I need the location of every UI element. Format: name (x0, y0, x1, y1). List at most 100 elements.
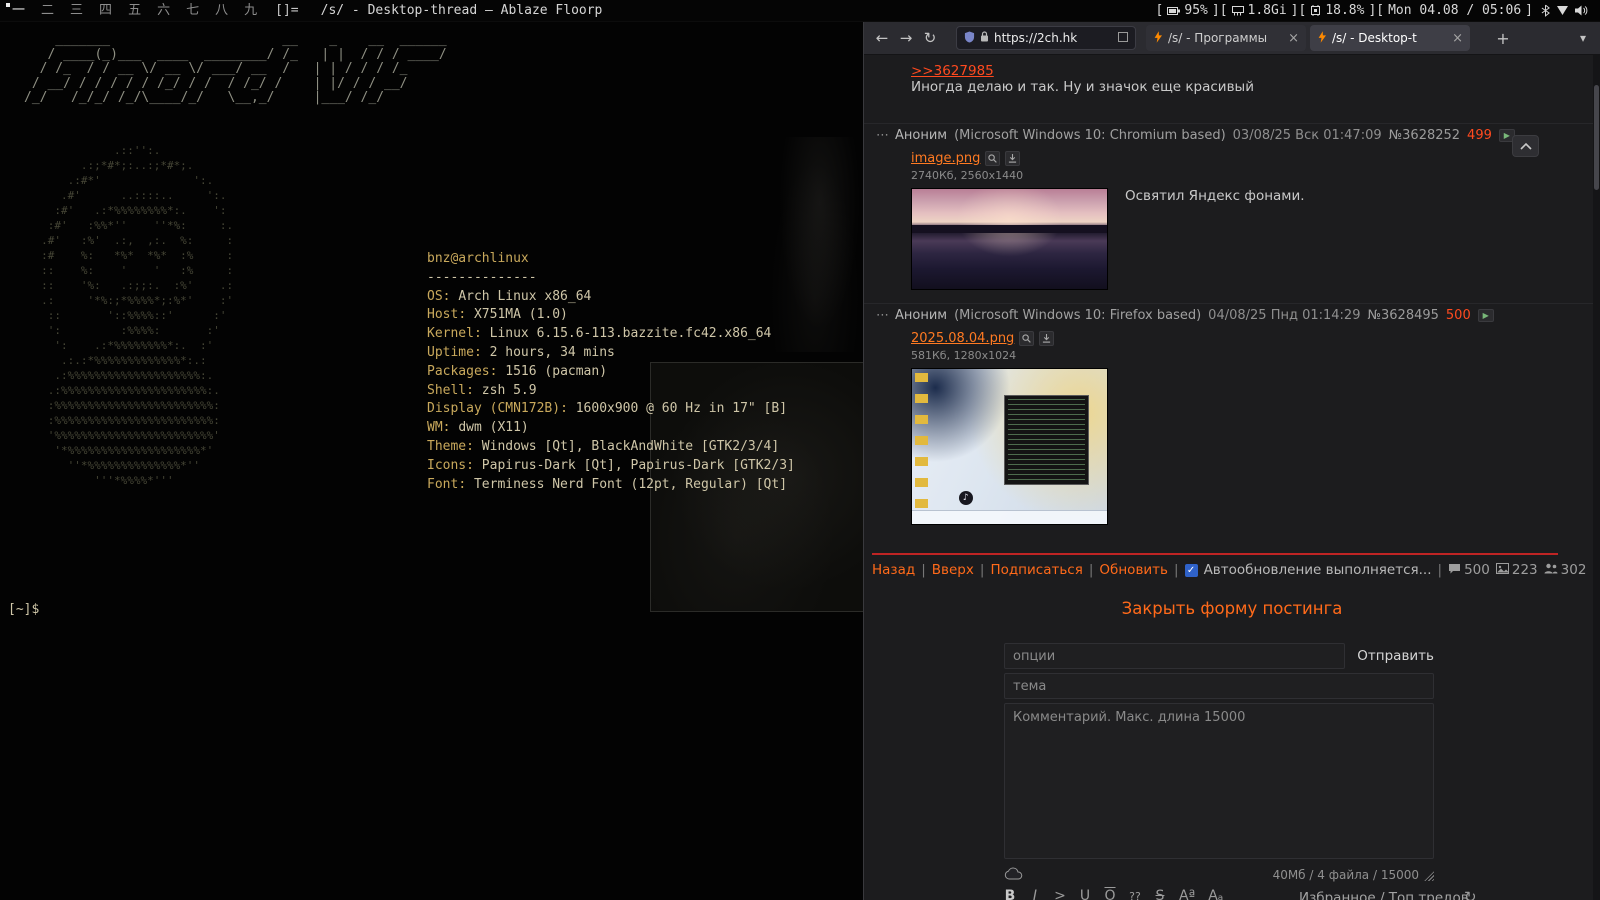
post-3628495: ⋯ Аноним (Microsoft Windows 10: Firefox … (876, 308, 1536, 525)
close-posting-form-link[interactable]: Закрыть форму постинга (864, 599, 1600, 618)
refresh-icon[interactable]: ↻ (1464, 888, 1477, 900)
tab-title[interactable]: /s/ - Desktop-t (1332, 31, 1446, 45)
post-divider (864, 303, 1600, 304)
fetch-user-host: bnz@archlinux (427, 251, 529, 266)
posting-form: Отправить 40Мб / 4 файла / 15000 (1004, 643, 1434, 885)
scroll-to-top-button[interactable] (1512, 135, 1539, 157)
post-menu-icon[interactable]: ⋯ (876, 308, 889, 323)
download-icon[interactable] (1039, 331, 1055, 346)
shield-icon[interactable] (964, 31, 975, 46)
spoiler-button[interactable]: ?? (1129, 890, 1141, 900)
forward-button[interactable]: → (894, 26, 918, 50)
tab-favicon-bolt-icon (1317, 30, 1326, 46)
subscript-button[interactable]: Aₐ (1208, 888, 1223, 900)
memory-segment: 1.8Gi (1220, 3, 1299, 18)
file-link[interactable]: 2025.08.04.png (911, 331, 1014, 346)
dwm-tag-1[interactable]: 一 (4, 0, 33, 22)
overline-button[interactable]: O (1104, 888, 1116, 900)
dwm-tag-3[interactable]: 三 (62, 0, 91, 22)
subject-input[interactable] (1004, 673, 1434, 699)
download-icon[interactable] (1005, 151, 1021, 166)
underline-button[interactable]: U (1079, 888, 1091, 900)
poster-name: Аноним (895, 128, 948, 143)
dwm-tag-6[interactable]: 六 (149, 0, 178, 22)
back-button[interactable]: ← (870, 26, 894, 50)
post-ordinal-link[interactable]: 500 (1446, 308, 1471, 323)
tab-close-icon[interactable]: × (1452, 31, 1463, 46)
magnifier-icon[interactable] (1019, 331, 1035, 346)
strikethrough-button[interactable]: S (1154, 888, 1166, 900)
tab-title[interactable]: /s/ - Программы (1168, 31, 1282, 45)
nav-refresh-link[interactable]: Обновить (1099, 562, 1168, 578)
resize-grip[interactable] (1423, 869, 1434, 881)
reload-button[interactable]: ↻ (918, 26, 942, 50)
cpu-segment: 18.8% (1298, 3, 1376, 18)
submit-button[interactable]: Отправить (1357, 648, 1434, 664)
dwm-tag-2[interactable]: 二 (33, 0, 62, 22)
upload-limits: 40Мб / 4 файла / 15000 (1272, 868, 1419, 882)
terminal-window[interactable]: _______ __ _ __ ______ / ____(_)___ ____… (0, 22, 867, 900)
battery-segment: 95% (1156, 3, 1220, 18)
post-menu-icon[interactable]: ⋯ (876, 128, 889, 143)
italic-button[interactable]: I (1029, 888, 1041, 900)
dwm-tag-4[interactable]: 四 (91, 0, 120, 22)
url-text[interactable]: https://2ch.hk (994, 31, 1077, 45)
poster-useragent: (Microsoft Windows 10: Chromium based) (954, 128, 1226, 143)
fetch-row-wm: WMdwm (X11) (427, 419, 795, 438)
comment-textarea[interactable] (1004, 703, 1434, 859)
bold-button[interactable]: B (1004, 888, 1016, 900)
cloud-upload-icon[interactable] (1004, 867, 1023, 884)
poster-name: Аноним (895, 308, 948, 323)
dwm-tag-8[interactable]: 八 (207, 0, 236, 22)
tab-list-dropdown-icon[interactable]: ▾ (1572, 27, 1594, 49)
tab-programs[interactable]: /s/ - Программы × (1146, 25, 1306, 51)
new-tab-button[interactable]: + (1492, 27, 1514, 49)
bluetooth-icon (1541, 4, 1550, 17)
nav-subscribe-link[interactable]: Подписаться (990, 562, 1082, 578)
cpu-value: 18.8% (1325, 3, 1365, 18)
dwm-tag-7[interactable]: 七 (178, 0, 207, 22)
autoupdate-label: Автообновление выполняется... (1203, 562, 1432, 578)
autoupdate-checkbox[interactable]: ✓ (1184, 563, 1198, 577)
separator (980, 562, 985, 578)
reply-button[interactable]: ▶ (1477, 309, 1494, 322)
posts-count: 500 (1448, 562, 1490, 578)
memory-icon (1231, 5, 1244, 16)
quote-reply-link[interactable]: >>3627985 (911, 60, 994, 79)
post-number-link[interactable]: №3628252 (1389, 128, 1460, 143)
scrollbar-track[interactable] (1593, 55, 1600, 900)
scrollbar-thumb[interactable] (1594, 85, 1599, 190)
browser-window: ← → ↻ https://2ch.hk /s/ - Программы × /… (863, 22, 1600, 900)
url-bar[interactable]: https://2ch.hk (956, 26, 1136, 50)
fetch-row-font: FontTerminess Nerd Font (12pt, Regular) … (427, 476, 795, 495)
thumbnail-detail (912, 225, 1107, 233)
tab-desktop-thread[interactable]: /s/ - Desktop-t × (1310, 25, 1470, 51)
dwm-tag-9[interactable]: 九 (236, 0, 265, 22)
post-number-link[interactable]: №3628495 (1367, 308, 1438, 323)
superscript-button[interactable]: Aª (1179, 888, 1195, 900)
images-count: 223 (1495, 562, 1538, 578)
file-link[interactable]: image.png (911, 151, 980, 166)
posters-count: 302 (1544, 562, 1586, 578)
shell-prompt[interactable]: [~]$ (8, 602, 39, 617)
post-date: 04/08/25 Пнд 01:14:29 (1208, 308, 1361, 323)
tab-close-icon[interactable]: × (1288, 31, 1299, 46)
separator (1089, 562, 1094, 578)
post-date: 03/08/25 Вск 01:47:09 (1232, 128, 1382, 143)
window-title: /s/ - Desktop-thread — Ablaze Floorp (320, 3, 603, 18)
quote-button[interactable]: > (1054, 888, 1066, 900)
urlbar-extension-icon[interactable] (1118, 31, 1128, 45)
nav-back-link[interactable]: Назад (872, 562, 915, 578)
thumbnail-lake-wallpaper[interactable] (911, 188, 1108, 290)
options-input[interactable] (1004, 643, 1346, 669)
dwm-layout-symbol[interactable]: []= (265, 3, 308, 18)
dwm-tag-5[interactable]: 五 (120, 0, 149, 22)
thread-page: >>3627985 Иногда делаю и так. Ну и значо… (864, 55, 1600, 900)
nav-up-link[interactable]: Вверх (932, 562, 974, 578)
thumbnail-anime-desktop[interactable]: ♪ (911, 368, 1108, 525)
post-ordinal-link[interactable]: 499 (1467, 128, 1492, 143)
favorites-link[interactable]: Избранное / Топ тредов (1299, 890, 1469, 900)
dwm-statusbar: 一 二 三 四 五 六 七 八 九 []= /s/ - Desktop-thre… (0, 0, 1600, 22)
fetch-row-theme: ThemeWindows [Qt], BlackAndWhite [GTK2/3… (427, 438, 795, 457)
magnifier-icon[interactable] (985, 151, 1001, 166)
